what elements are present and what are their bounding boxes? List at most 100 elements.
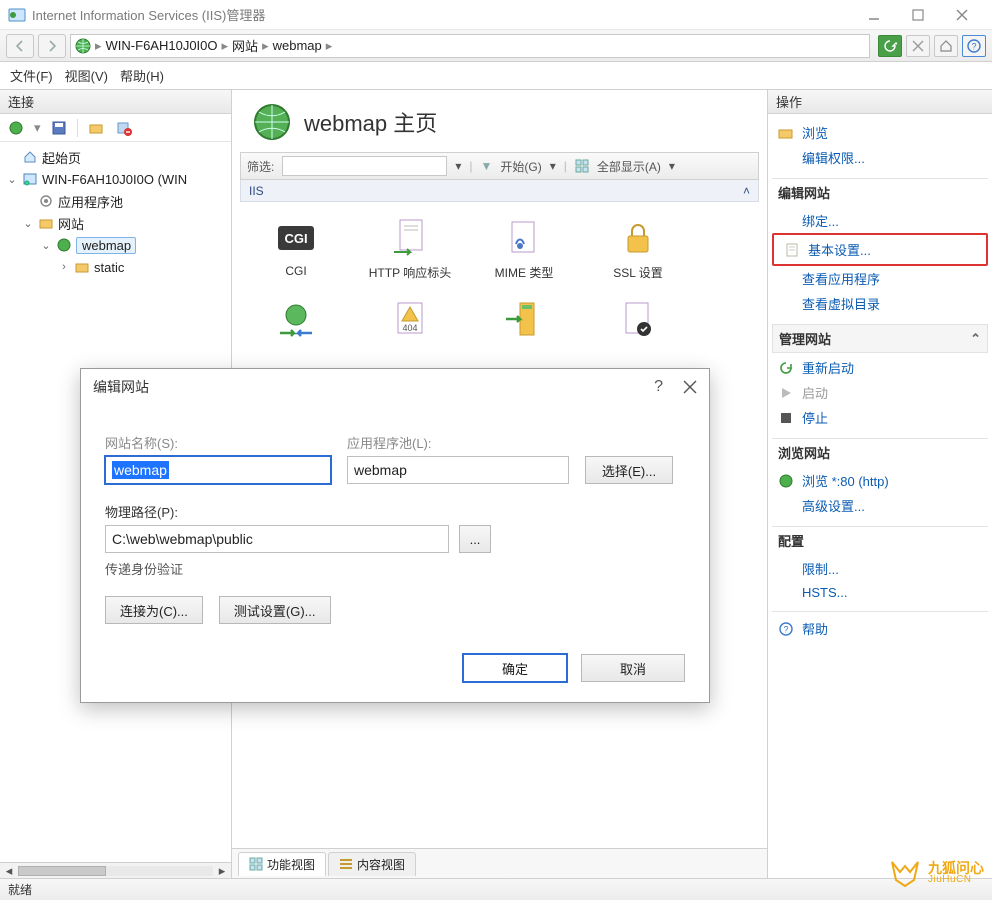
passthrough-auth-label: 传递身份验证 — [105, 559, 685, 578]
feature-label: SSL 设置 — [613, 264, 663, 281]
app-pool-input[interactable]: webmap — [347, 456, 569, 484]
tree-folder-static[interactable]: › static — [0, 256, 231, 278]
action-edit-permissions[interactable]: 编辑权限... — [772, 145, 988, 170]
physical-path-input[interactable]: C:\web\webmap\public — [105, 525, 449, 553]
action-hsts[interactable]: HSTS... — [772, 581, 988, 603]
app-icon — [8, 6, 26, 24]
filter-show-all[interactable]: 全部显示(A) — [597, 158, 661, 175]
tab-label: 功能视图 — [267, 856, 315, 873]
select-app-pool-button[interactable]: 选择(E)... — [585, 456, 673, 484]
tree-app-pools[interactable]: 应用程序池 — [0, 190, 231, 212]
page-title: webmap 主页 — [304, 106, 437, 138]
group-iis[interactable]: IIS ˄ — [240, 180, 759, 202]
folder-add-icon[interactable] — [86, 118, 106, 138]
tab-features-view[interactable]: 功能视图 — [238, 852, 326, 876]
help-icon[interactable]: ? — [962, 35, 986, 57]
action-advanced[interactable]: 高级设置... — [772, 493, 988, 518]
menu-help[interactable]: 帮助(H) — [120, 66, 164, 85]
browse-path-button[interactable]: ... — [459, 525, 491, 553]
scroll-right-icon[interactable]: ▸ — [215, 864, 229, 878]
feature-ssl[interactable]: SSL 设置 — [594, 216, 682, 281]
tree-start-page[interactable]: 起始页 — [0, 146, 231, 168]
tree-label: 应用程序池 — [58, 192, 123, 211]
svg-text:404: 404 — [402, 323, 417, 333]
actions-pane: 操作 浏览 编辑权限... 编辑网站 绑定... 基本设置... 查看应用程序 … — [768, 90, 992, 878]
action-restart[interactable]: 重新启动 — [772, 355, 988, 380]
stop-icon[interactable] — [906, 35, 930, 57]
folder-icon — [74, 259, 90, 275]
menu-view[interactable]: 视图(V) — [65, 66, 108, 85]
tree-label: static — [94, 260, 124, 275]
cancel-button[interactable]: 取消 — [581, 654, 685, 682]
dialog-help-button[interactable]: ? — [654, 378, 663, 396]
mime-icon — [502, 216, 546, 260]
collapse-icon[interactable]: ˄ — [743, 184, 750, 198]
play-icon — [778, 385, 794, 401]
action-browse-explore[interactable]: 浏览 — [772, 120, 988, 145]
error-404-icon: 404 — [388, 297, 432, 341]
breadcrumb-item[interactable]: WIN-F6AH10J0I0O — [106, 38, 218, 53]
action-view-apps[interactable]: 查看应用程序 — [772, 266, 988, 291]
actions-browse-site-heading: 浏览网站 — [772, 438, 988, 466]
maximize-button[interactable] — [896, 0, 940, 30]
action-view-vdirs[interactable]: 查看虚拟目录 — [772, 291, 988, 316]
actions-heading: 操作 — [768, 90, 992, 114]
action-browse-80[interactable]: 浏览 *:80 (http) — [772, 468, 988, 493]
tree-server[interactable]: ⌄ WIN-F6AH10J0I0O (WIN — [0, 168, 231, 190]
tree-sites[interactable]: ⌄ 网站 — [0, 212, 231, 234]
server-delete-icon[interactable] — [114, 118, 134, 138]
dialog-close-button[interactable] — [683, 380, 697, 394]
action-basic-settings[interactable]: 基本设置... — [778, 237, 982, 262]
tab-content-view[interactable]: 内容视图 — [328, 852, 416, 876]
save-icon[interactable] — [49, 118, 69, 138]
connections-hscrollbar[interactable]: ◂ ▸ — [0, 862, 231, 878]
actions-manage-site-heading[interactable]: 管理网站 ⌃ — [772, 324, 988, 353]
feature-item[interactable] — [480, 297, 568, 345]
connect-as-button[interactable]: 连接为(C)... — [105, 596, 203, 624]
feature-item[interactable]: 404 — [366, 297, 454, 345]
page-title-row: webmap 主页 — [240, 98, 759, 152]
feature-http-headers[interactable]: HTTP 响应标头 — [366, 216, 454, 281]
test-settings-button[interactable]: 测试设置(G)... — [219, 596, 331, 624]
close-button[interactable] — [940, 0, 984, 30]
site-name-input[interactable]: webmap — [105, 456, 331, 484]
grid-icon — [249, 857, 263, 871]
svg-text:CGI: CGI — [284, 231, 307, 246]
filter-input[interactable] — [282, 156, 447, 176]
tree-site-webmap[interactable]: ⌄ webmap — [0, 234, 231, 256]
scroll-thumb[interactable] — [18, 866, 106, 876]
action-stop[interactable]: 停止 — [772, 405, 988, 430]
breadcrumb-item[interactable]: 网站 — [232, 36, 258, 55]
home-icon — [22, 149, 38, 165]
breadcrumb-sep: ▸ — [95, 38, 102, 54]
ok-button[interactable]: 确定 — [463, 654, 567, 682]
dialog-title: 编辑网站 — [93, 377, 149, 397]
breadcrumb-item[interactable]: webmap — [273, 38, 322, 53]
list-icon — [339, 857, 353, 871]
cgi-icon: CGI — [274, 216, 318, 260]
feature-mime[interactable]: MIME 类型 — [480, 216, 568, 281]
refresh-icon[interactable] — [878, 35, 902, 57]
menu-file[interactable]: 文件(F) — [10, 66, 53, 85]
stop-icon — [778, 410, 794, 426]
globe-icon — [75, 38, 91, 54]
feature-item[interactable] — [252, 297, 340, 345]
breadcrumb[interactable]: ▸ WIN-F6AH10J0I0O ▸ 网站 ▸ webmap ▸ — [70, 34, 870, 58]
home-icon[interactable] — [934, 35, 958, 57]
feature-cgi[interactable]: CGI CGI — [252, 216, 340, 281]
watermark-en: JiuHuCN — [928, 875, 984, 885]
action-help[interactable]: ? 帮助 — [772, 616, 988, 641]
action-limits[interactable]: 限制... — [772, 556, 988, 581]
nav-back-button[interactable] — [6, 34, 34, 58]
feature-item[interactable] — [594, 297, 682, 345]
window-title: Internet Information Services (IIS)管理器 — [32, 5, 265, 24]
collapse-icon[interactable]: ⌃ — [970, 331, 981, 347]
dialog-titlebar: 编辑网站 ? — [81, 369, 709, 405]
globe-icon — [252, 102, 292, 142]
minimize-button[interactable] — [852, 0, 896, 30]
scroll-left-icon[interactable]: ◂ — [2, 864, 16, 878]
action-bindings[interactable]: 绑定... — [772, 208, 988, 233]
globe-icon[interactable] — [6, 118, 26, 138]
filter-start[interactable]: 开始(G) — [500, 158, 541, 175]
nav-forward-button[interactable] — [38, 34, 66, 58]
